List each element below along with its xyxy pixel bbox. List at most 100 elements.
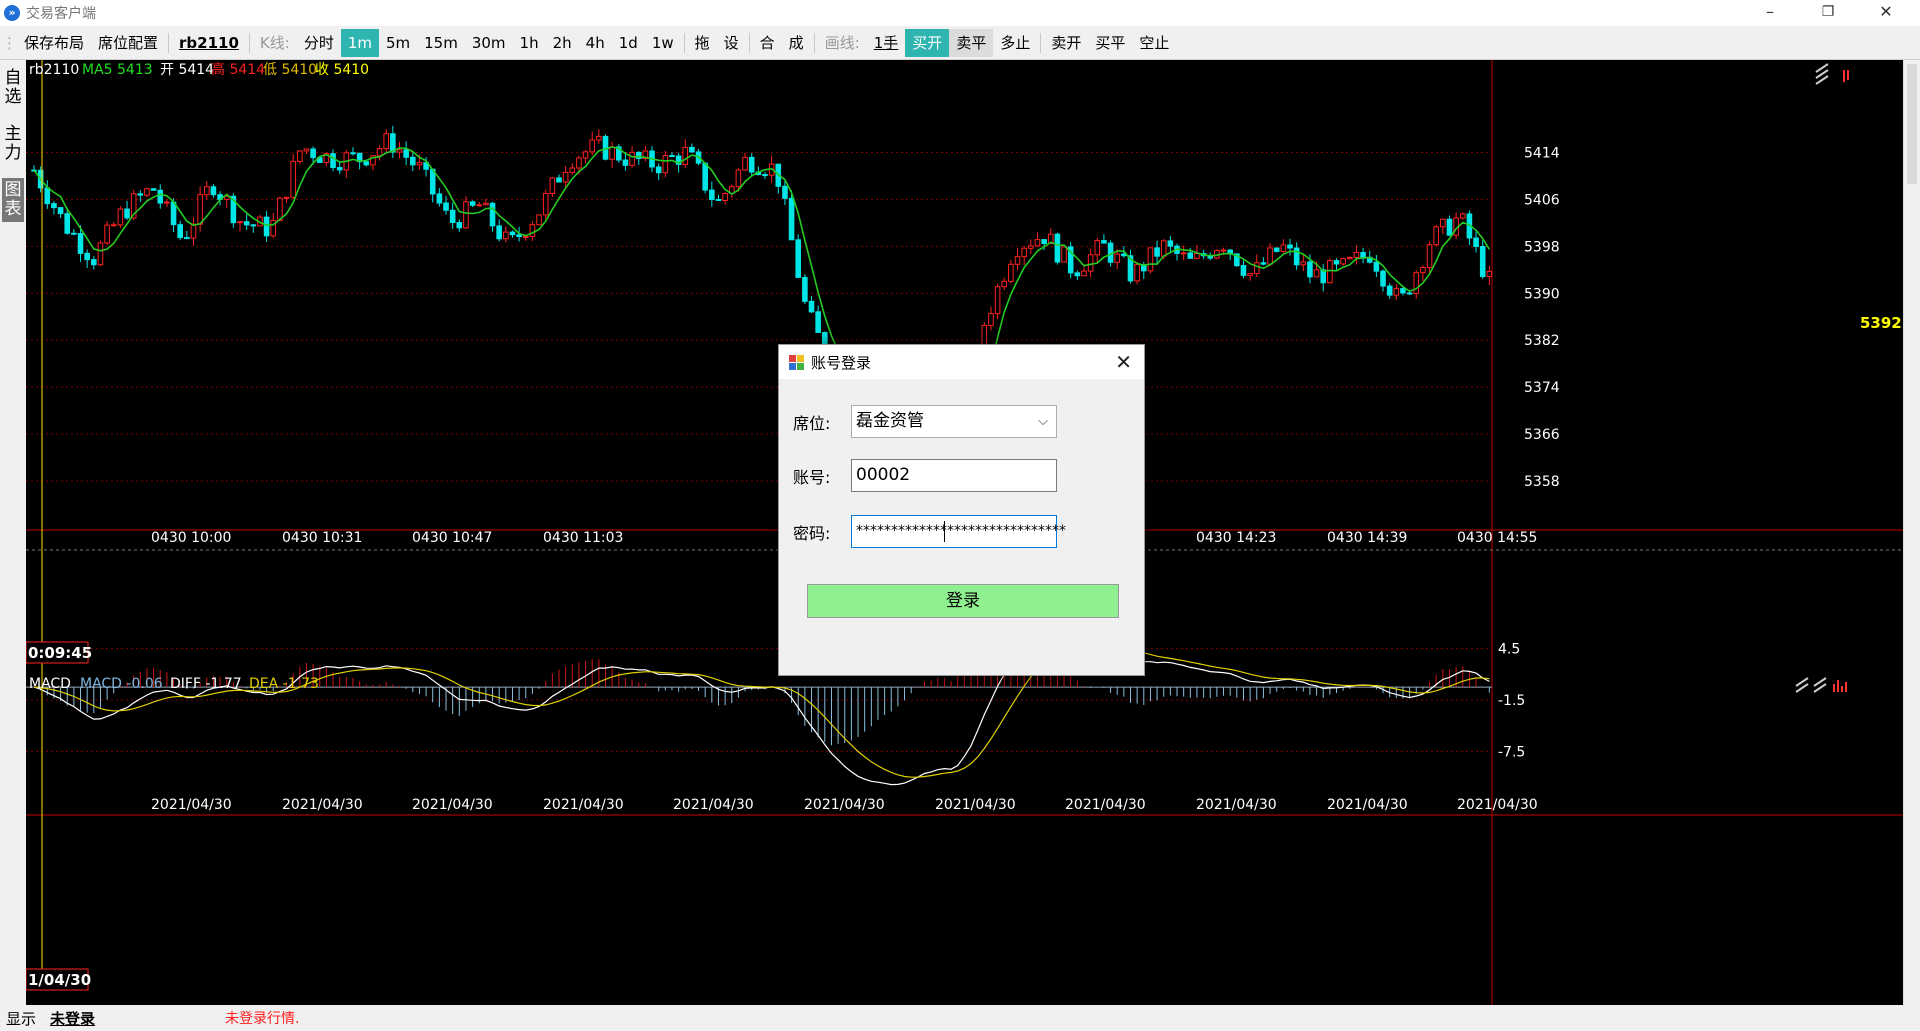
sidebar-tab-main[interactable]: 主力 bbox=[2, 122, 24, 166]
login-dialog: 账号登录 ✕ 席位: 磊金资管 ⌵ 账号: 00002 密码: ********… bbox=[778, 344, 1145, 676]
date-cursor-label: 1/04/30 bbox=[28, 971, 91, 989]
candle-body bbox=[463, 201, 469, 229]
candle-body bbox=[144, 188, 150, 196]
buy-open-button[interactable]: 买开 bbox=[905, 28, 950, 57]
lot-selector[interactable]: 1手 bbox=[867, 29, 906, 57]
macd-tick-label: -1.5 bbox=[1498, 693, 1525, 709]
symbol-selector[interactable]: rb2110 bbox=[172, 29, 246, 57]
restore-button[interactable]: ❐ bbox=[1800, 0, 1856, 26]
period-1d-button[interactable]: 1d bbox=[612, 29, 645, 57]
time-tick-label: 0430 10:00 bbox=[151, 530, 231, 546]
period-30m-button[interactable]: 30m bbox=[465, 29, 513, 57]
login-button[interactable]: 登录 bbox=[807, 584, 1119, 618]
app-logo-icon: » bbox=[4, 5, 20, 21]
macd-settings-icon[interactable] bbox=[1795, 677, 1847, 693]
candle-body bbox=[51, 203, 57, 209]
candle-body bbox=[104, 224, 110, 244]
candle-body bbox=[383, 133, 390, 150]
candle-body bbox=[1486, 270, 1493, 278]
period-1m-button[interactable]: 1m bbox=[340, 28, 379, 57]
ma5-line bbox=[33, 146, 1491, 483]
candle-body bbox=[782, 185, 788, 199]
account-input[interactable]: 00002 bbox=[851, 459, 1057, 492]
candle-body bbox=[150, 188, 157, 191]
settings-button[interactable]: 设 bbox=[717, 29, 746, 57]
password-label: 密码: bbox=[793, 523, 831, 543]
period-1h-button[interactable]: 1h bbox=[513, 29, 546, 57]
period-5m-button[interactable]: 5m bbox=[379, 29, 417, 57]
separator bbox=[683, 32, 685, 53]
macd-legend-dea: DEA -1.73 bbox=[249, 676, 319, 692]
candle-body bbox=[203, 186, 210, 196]
period-1w-button[interactable]: 1w bbox=[645, 29, 681, 57]
candle-body bbox=[1001, 280, 1008, 288]
seat-config-button[interactable]: 席位配置 bbox=[91, 29, 165, 57]
password-input[interactable]: ****************************** bbox=[851, 515, 1066, 548]
candle-body bbox=[1280, 244, 1287, 252]
diff-line bbox=[33, 629, 1490, 786]
text-caret bbox=[944, 521, 945, 542]
candle-body bbox=[1061, 246, 1067, 263]
candle-body bbox=[376, 148, 383, 157]
dialog-close-button[interactable]: ✕ bbox=[1115, 350, 1132, 374]
candle-body bbox=[290, 160, 296, 198]
candle-body bbox=[655, 166, 662, 174]
candle-body bbox=[1087, 254, 1094, 272]
dialog-title: 账号登录 bbox=[811, 353, 872, 372]
seat-select[interactable]: 磊金资管 ⌵ bbox=[851, 405, 1057, 438]
long-stop-button[interactable]: 多止 bbox=[993, 29, 1037, 57]
candle-body bbox=[994, 286, 1001, 315]
separator bbox=[813, 32, 815, 53]
candle-body bbox=[1440, 218, 1446, 228]
candle-body bbox=[582, 151, 589, 159]
candle-body bbox=[1300, 261, 1307, 266]
candle-body bbox=[1101, 240, 1107, 244]
sell-open-button[interactable]: 卖开 bbox=[1044, 29, 1088, 57]
candle-body bbox=[748, 156, 755, 173]
compose-button[interactable]: 成 bbox=[782, 29, 811, 57]
candle-body bbox=[596, 135, 602, 141]
candle-body bbox=[722, 193, 728, 201]
save-layout-button[interactable]: 保存布局 bbox=[17, 29, 91, 57]
candle-body bbox=[516, 234, 522, 238]
candle-body bbox=[469, 201, 476, 206]
candle-body bbox=[662, 155, 669, 174]
drag-button[interactable]: 拖 bbox=[688, 29, 717, 57]
candle-body bbox=[1034, 239, 1041, 247]
candle-body bbox=[1041, 239, 1047, 245]
buy-close-button[interactable]: 买平 bbox=[1088, 29, 1132, 57]
sidebar-tab-label: 主力 bbox=[4, 124, 22, 163]
sell-close-button[interactable]: 卖平 bbox=[949, 28, 994, 57]
candle-body bbox=[1081, 270, 1087, 277]
toolbar-grip: ⋮ bbox=[2, 33, 17, 52]
candle-body bbox=[1293, 247, 1300, 266]
candle-body bbox=[263, 216, 270, 237]
short-stop-button[interactable]: 空止 bbox=[1132, 29, 1176, 57]
scroll-thumb[interactable] bbox=[1907, 64, 1917, 184]
period-4h-button[interactable]: 4h bbox=[579, 29, 612, 57]
candle-body bbox=[184, 237, 190, 240]
vertical-scrollbar[interactable] bbox=[1903, 60, 1920, 1005]
login-status-link[interactable]: 未登录 bbox=[50, 1008, 95, 1029]
candle-body bbox=[1426, 244, 1433, 268]
candle-body bbox=[709, 189, 715, 200]
period-15m-button[interactable]: 15m bbox=[417, 29, 465, 57]
candle-body bbox=[71, 232, 77, 235]
candle-body bbox=[1287, 244, 1293, 249]
price-tick-label: 5390 bbox=[1524, 286, 1560, 302]
sidebar-tab-chart[interactable]: 图表 bbox=[2, 178, 24, 222]
period-2h-button[interactable]: 2h bbox=[546, 29, 579, 57]
candle-body bbox=[1313, 269, 1320, 278]
candle-body bbox=[1180, 252, 1187, 255]
date-tick-label: 2021/04/30 bbox=[543, 797, 624, 813]
close-window-button[interactable]: ✕ bbox=[1858, 0, 1914, 26]
candle-body bbox=[44, 187, 51, 205]
candle-body bbox=[503, 231, 509, 240]
sidebar-tab-watchlist[interactable]: 自选 bbox=[2, 66, 24, 110]
combine-button[interactable]: 合 bbox=[753, 29, 782, 57]
indicator-settings-icon[interactable] bbox=[1815, 63, 1849, 85]
candle-body bbox=[1220, 249, 1227, 252]
time-share-button[interactable]: 分时 bbox=[297, 29, 341, 57]
time-tick-label: 0430 14:39 bbox=[1327, 530, 1407, 546]
minimize-button[interactable]: – bbox=[1742, 0, 1798, 26]
